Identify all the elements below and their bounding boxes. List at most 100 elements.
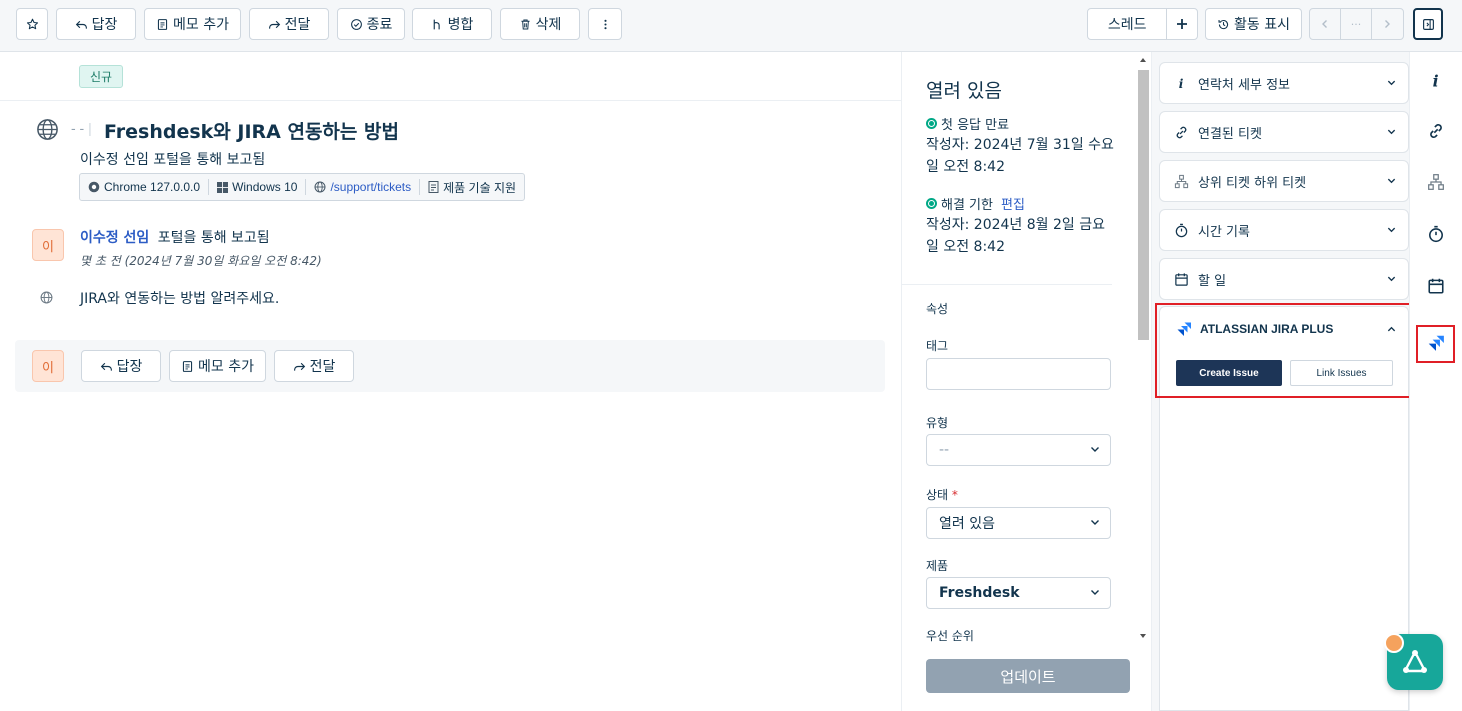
- thread-button[interactable]: 스레드: [1088, 9, 1168, 39]
- product-label: 제품: [926, 559, 949, 573]
- star-button[interactable]: [16, 8, 48, 40]
- ticket-title: Freshdesk와 JIRA 연동하는 방법: [104, 121, 399, 143]
- strip-parent-child[interactable]: [1426, 172, 1446, 192]
- sidebar-panel-icon: [1422, 18, 1434, 30]
- add-note-label: 메모 추가: [173, 17, 229, 33]
- product-select[interactable]: Freshdesk: [926, 577, 1111, 609]
- check-circle-icon: [350, 18, 362, 30]
- stopwatch-icon: [1175, 223, 1188, 237]
- ticket-navigation: ···: [1309, 8, 1404, 40]
- activity-label: 활동 표시: [1234, 17, 1290, 33]
- star-icon: [26, 18, 38, 29]
- message-body: JIRA와 연동하는 방법 알려주세요.: [80, 291, 280, 307]
- contact-details-widget[interactable]: i 연락처 세부 정보: [1159, 62, 1409, 104]
- thread-label: 스레드: [1107, 17, 1147, 33]
- edit-resolution-link[interactable]: 편집: [1001, 194, 1025, 213]
- highlight-jira-widget: [1155, 303, 1412, 398]
- more-vertical-icon: [603, 19, 607, 29]
- scroll-down-icon[interactable]: [1139, 632, 1147, 640]
- os-info: Windows 10: [209, 179, 307, 195]
- toggle-sidebar-button[interactable]: [1413, 8, 1443, 40]
- plus-icon: [1177, 19, 1188, 29]
- calendar-icon: [1175, 272, 1188, 286]
- note-icon: [182, 360, 193, 372]
- type-select[interactable]: --: [926, 434, 1111, 466]
- chevron-right-icon: [1385, 20, 1391, 28]
- next-ticket-button[interactable]: [1372, 9, 1403, 39]
- message-author-line: 이수정 선임 포털을 통해 보고됨: [80, 227, 270, 247]
- more-actions-button[interactable]: [588, 8, 622, 40]
- sla-status-icon: [926, 118, 937, 129]
- message-timestamp: 몇 초 전 (2024년 7월 30일 화요일 오전 8:42): [80, 254, 322, 268]
- merge-button[interactable]: 병합: [412, 8, 492, 40]
- author-name[interactable]: 이수정 선임: [80, 230, 149, 246]
- hierarchy-icon: [1174, 174, 1189, 188]
- scroll-up-icon[interactable]: [1139, 56, 1147, 64]
- reply-icon: [100, 362, 112, 371]
- forward-icon: [293, 362, 305, 371]
- show-activity-button[interactable]: 활동 표시: [1205, 8, 1302, 40]
- time-logs-widget[interactable]: 시간 기록: [1159, 209, 1409, 251]
- reply-avatar: 이: [32, 350, 64, 382]
- update-button[interactable]: 업데이트: [926, 659, 1130, 693]
- add-thread-button[interactable]: [1167, 9, 1197, 39]
- close-ticket-button[interactable]: 종료: [337, 8, 405, 40]
- strip-contact-info[interactable]: i: [1426, 71, 1446, 91]
- previous-ticket-button[interactable]: [1310, 9, 1342, 39]
- divider: [0, 100, 901, 101]
- strip-linked-tickets[interactable]: [1426, 121, 1446, 141]
- type-label: 유형: [926, 416, 949, 430]
- globe-small-icon: [314, 181, 326, 193]
- reply-label: 답장: [91, 17, 118, 33]
- conversation-pane: 신규 - - | Freshdesk와 JIRA 연동하는 방법 이수정 선임 …: [0, 52, 901, 711]
- globe-source-icon: [40, 291, 53, 304]
- resolution-due: 작성자: 2024년 8월 2일 금요일 오전 8:42: [926, 217, 1106, 255]
- info-icon: i: [1179, 77, 1184, 91]
- close-label: 종료: [366, 17, 393, 33]
- reply-bar-note-button[interactable]: 메모 추가: [169, 350, 266, 382]
- calendar-icon: [1428, 278, 1444, 294]
- chrome-icon: [88, 181, 100, 193]
- reply-bar-forward-button[interactable]: 전달: [274, 350, 354, 382]
- trash-icon: [521, 19, 530, 29]
- status-select[interactable]: 열려 있음: [926, 507, 1111, 539]
- reply-button[interactable]: 답장: [56, 8, 136, 40]
- notification-dot: [1384, 633, 1404, 653]
- source-url[interactable]: /support/tickets: [306, 179, 421, 195]
- strip-time-logs[interactable]: [1426, 224, 1446, 244]
- chevron-down-icon: [1091, 590, 1099, 595]
- merge-label: 병합: [447, 17, 474, 33]
- chevron-left-icon: [1322, 20, 1328, 28]
- forward-button[interactable]: 전달: [249, 8, 329, 40]
- merge-icon: [433, 19, 440, 29]
- forward-icon: [268, 20, 280, 29]
- divider: [902, 284, 1112, 285]
- tags-label: 태그: [926, 339, 949, 353]
- parent-child-widget[interactable]: 상위 티켓 하위 티켓: [1159, 160, 1409, 202]
- ticket-meta-bar: Chrome 127.0.0.0 Windows 10 /support/tic…: [79, 173, 526, 201]
- todo-widget[interactable]: 할 일: [1159, 258, 1409, 300]
- strip-todo[interactable]: [1426, 276, 1446, 296]
- add-note-button[interactable]: 메모 추가: [144, 8, 241, 40]
- reply-bar-reply-button[interactable]: 답장: [81, 350, 161, 382]
- info-icon: i: [1433, 72, 1439, 90]
- chevron-down-icon: [1387, 276, 1396, 282]
- status-label: 상태 *: [926, 488, 958, 502]
- status-badge: 신규: [79, 65, 124, 88]
- ticket-toolbar: 답장 메모 추가 전달 종료 병합 삭제 스레드 활동 표시 ···: [0, 0, 1462, 52]
- chevron-down-icon: [1387, 80, 1396, 86]
- first-response-sla: 첫 응답 만료: [926, 114, 1009, 133]
- resolution-sla: 해결 기한 편집: [926, 194, 1025, 213]
- globe-icon: [37, 119, 58, 140]
- author-via: 포털을 통해 보고됨: [157, 230, 270, 246]
- chevron-down-icon: [1387, 178, 1396, 184]
- hierarchy-icon: [1428, 174, 1444, 190]
- highlight-jira-strip-icon: [1416, 325, 1455, 363]
- ticket-navigation-more[interactable]: ···: [1341, 9, 1372, 39]
- linked-tickets-widget[interactable]: 연결된 티켓: [1159, 111, 1409, 153]
- scrollbar-thumb[interactable]: [1138, 70, 1149, 340]
- stopwatch-icon: [1429, 225, 1443, 243]
- tags-input[interactable]: [926, 358, 1111, 390]
- properties-section-title: 속성: [926, 302, 949, 316]
- delete-button[interactable]: 삭제: [500, 8, 580, 40]
